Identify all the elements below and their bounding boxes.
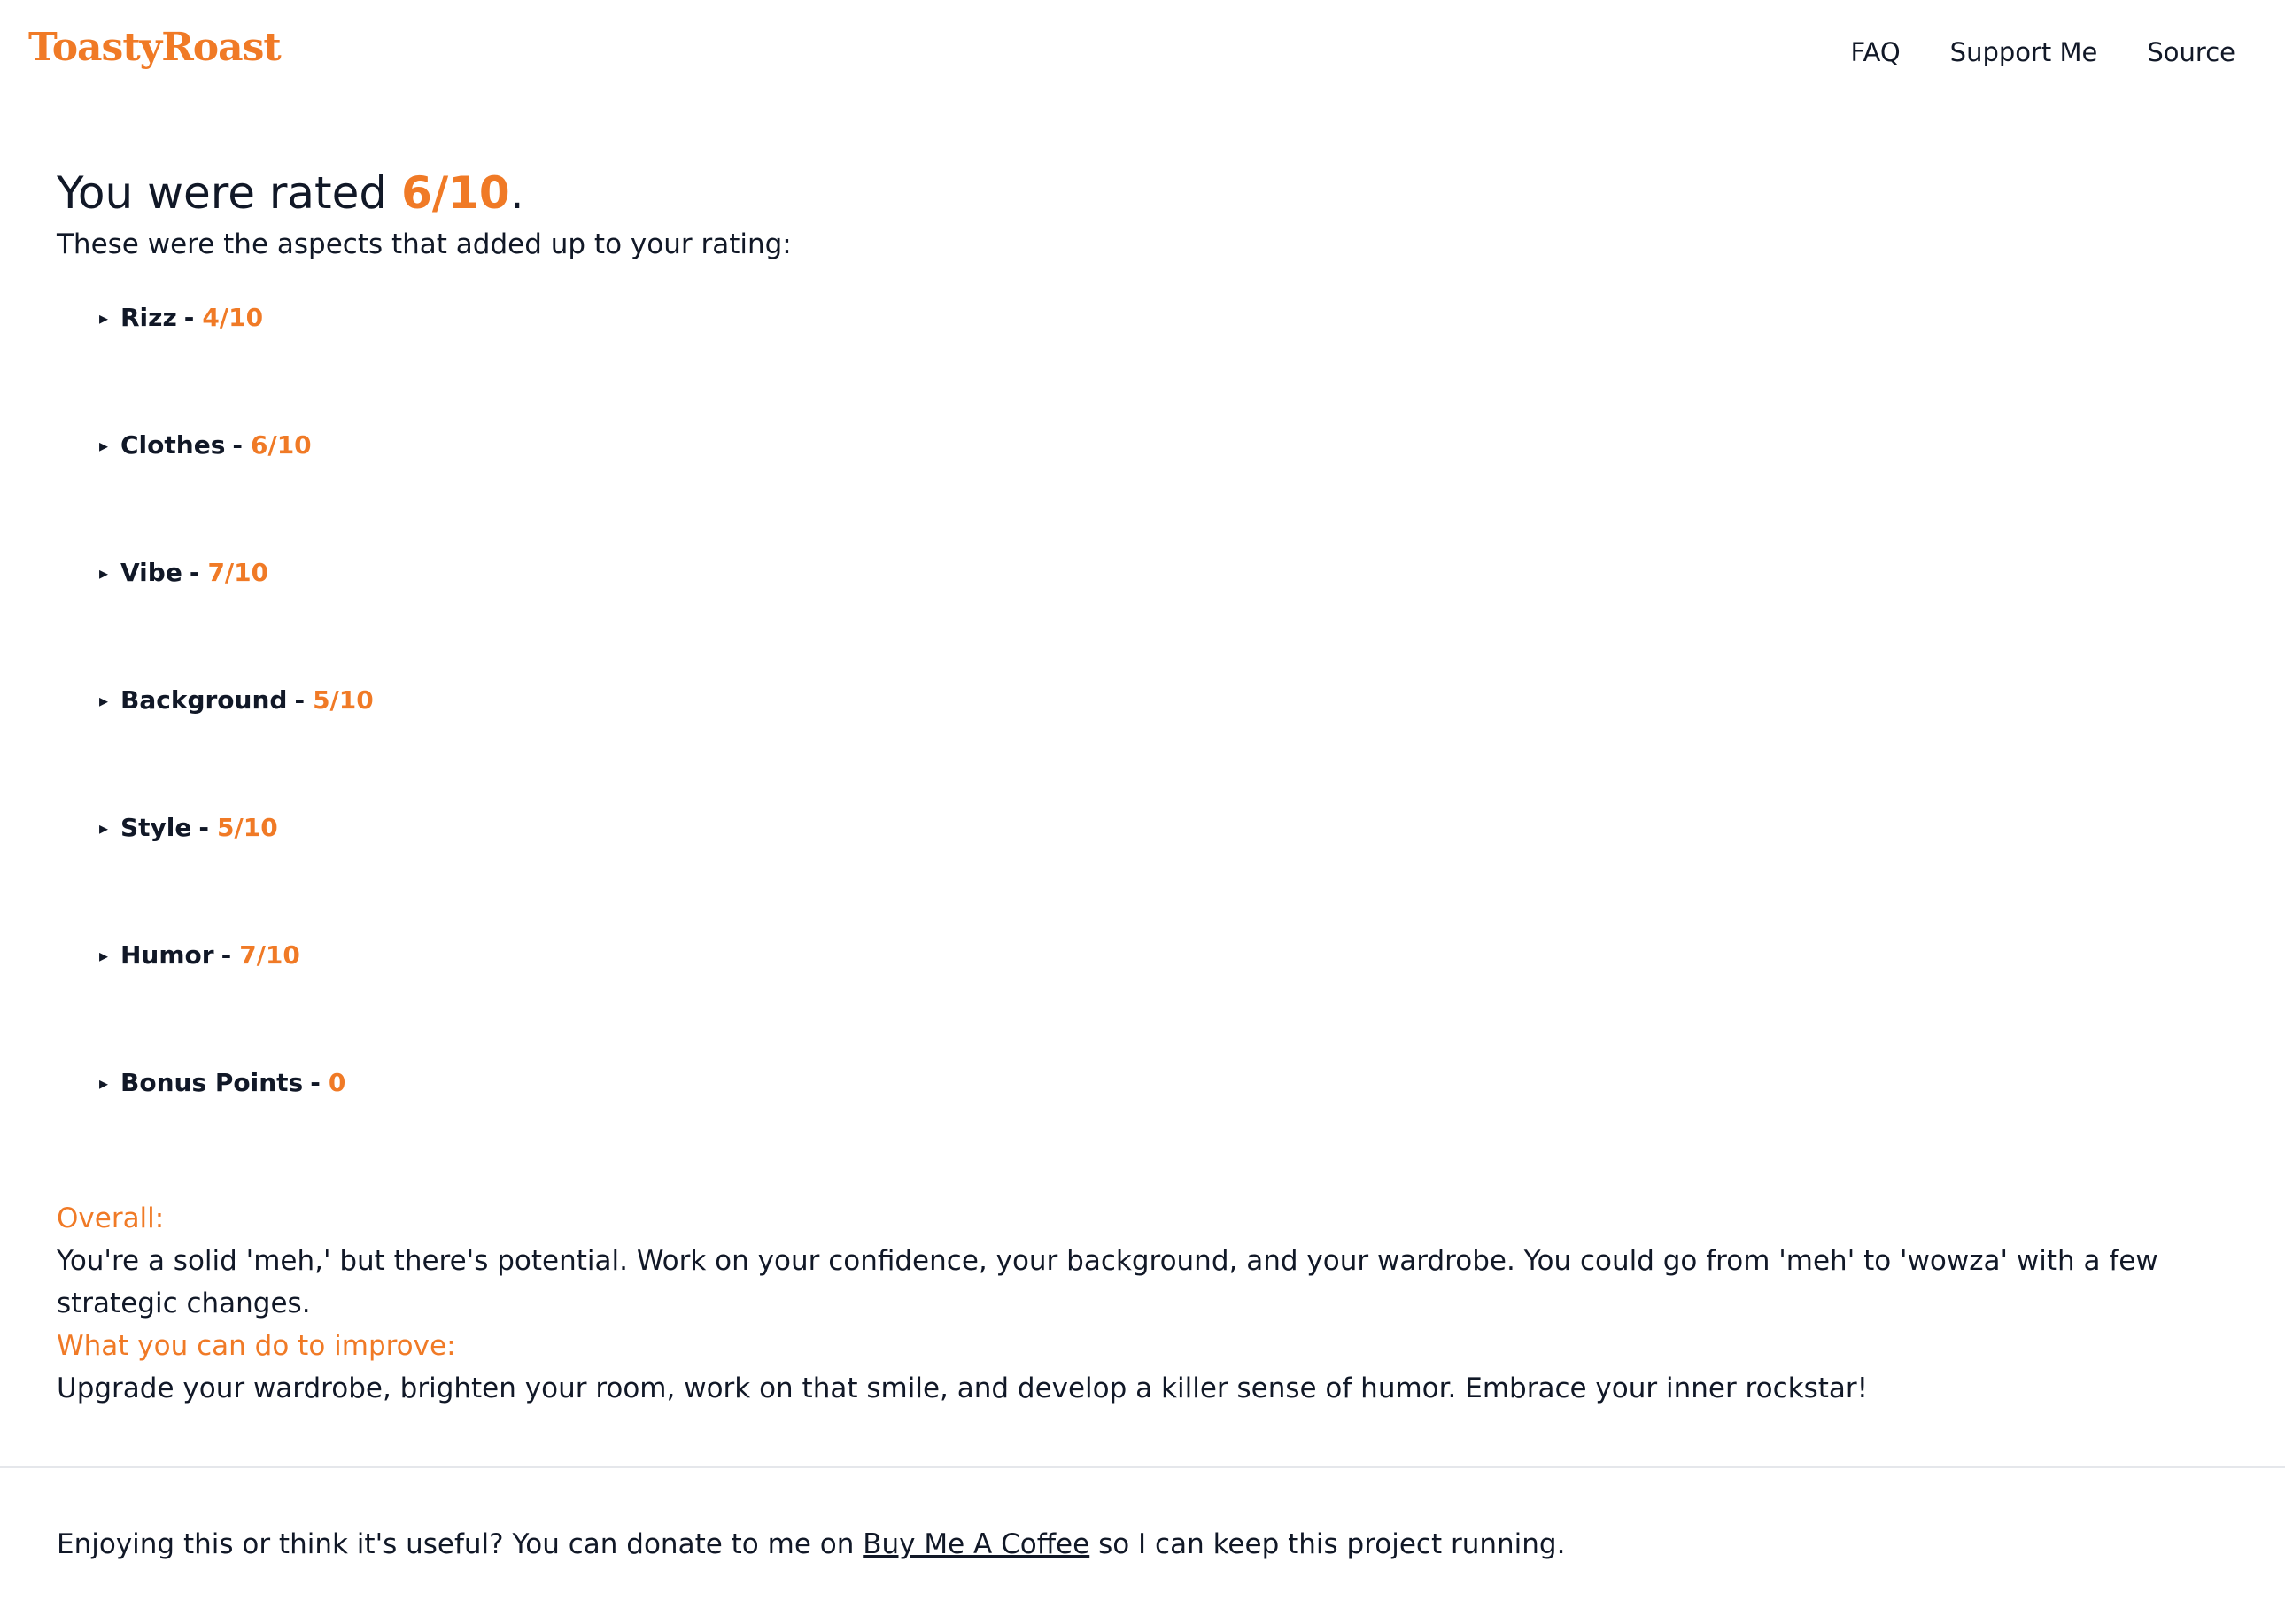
improve-title: What you can do to improve: [57, 1330, 456, 1362]
aspect-name: Background [120, 685, 288, 715]
triangle-right-icon: ▸ [99, 945, 109, 966]
aspect-item-style[interactable]: ▸ Style -5/10 [99, 813, 374, 940]
aspect-score: 7/10 [207, 558, 269, 587]
aspect-item-background[interactable]: ▸ Background -5/10 [99, 685, 374, 813]
aspect-score: 4/10 [202, 303, 264, 332]
aspect-score: 5/10 [217, 813, 278, 842]
improve-section: What you can do to improve: Upgrade your… [57, 1325, 1868, 1410]
aspect-score: 0 [328, 1068, 346, 1097]
footer-divider [0, 1466, 2285, 1468]
aspect-separator: - [189, 558, 200, 587]
rating-headline: You were rated 6/10. [57, 161, 2235, 225]
aspect-name: Humor [120, 940, 214, 970]
aspect-item-humor[interactable]: ▸ Humor -7/10 [99, 940, 374, 1068]
site-logo[interactable]: ToastyRoast [28, 25, 282, 70]
aspect-item-bonus-points[interactable]: ▸ Bonus Points -0 [99, 1068, 374, 1195]
aspect-separator: - [310, 1068, 321, 1097]
aspect-item-vibe[interactable]: ▸ Vibe -7/10 [99, 558, 374, 685]
donate-footer: Enjoying this or think it's useful? You … [57, 1523, 1565, 1566]
aspect-name: Style [120, 813, 192, 842]
aspect-score: 5/10 [313, 685, 374, 715]
aspects-intro: These were the aspects that added up to … [57, 228, 792, 260]
aspect-list: ▸ Rizz -4/10 ▸ Clothes -6/10 ▸ Vibe -7/10 ▸… [99, 303, 374, 1195]
footer-text-after: so I can keep this project running. [1098, 1528, 1566, 1560]
aspect-name: Clothes [120, 430, 226, 460]
top-nav: FAQ Support Me Source [1850, 37, 2235, 67]
nav-link-faq[interactable]: FAQ [1850, 37, 1900, 67]
results-section: You were rated 6/10. These were the aspe… [57, 161, 2235, 1404]
triangle-right-icon: ▸ [99, 562, 109, 584]
nav-link-source[interactable]: Source [2147, 37, 2235, 67]
overall-section: Overall: You're a solid 'meh,' but there… [57, 1197, 2235, 1325]
improve-text: Upgrade your wardrobe, brighten your roo… [57, 1373, 1869, 1404]
triangle-right-icon: ▸ [99, 1072, 109, 1094]
overall-title: Overall: [57, 1203, 165, 1234]
aspect-item-rizz[interactable]: ▸ Rizz -4/10 [99, 303, 374, 430]
overall-score: 6/10 [401, 167, 510, 219]
rating-headline-suffix: . [509, 167, 524, 219]
footer-text-before: Enjoying this or think it's useful? You … [57, 1528, 855, 1560]
triangle-right-icon: ▸ [99, 690, 109, 711]
aspect-separator: - [232, 430, 243, 460]
aspect-score: 7/10 [239, 940, 300, 970]
aspect-name: Bonus Points [120, 1068, 304, 1097]
triangle-right-icon: ▸ [99, 435, 109, 456]
nav-link-support-me[interactable]: Support Me [1950, 37, 2098, 67]
triangle-right-icon: ▸ [99, 307, 109, 329]
aspect-separator: - [198, 813, 210, 842]
buy-me-a-coffee-link[interactable]: Buy Me A Coffee [863, 1528, 1089, 1560]
aspect-separator: - [294, 685, 306, 715]
aspect-separator: - [221, 940, 232, 970]
rating-headline-prefix: You were rated [57, 167, 388, 219]
aspect-score: 6/10 [250, 430, 312, 460]
aspect-separator: - [183, 303, 195, 332]
aspect-name: Rizz [120, 303, 177, 332]
overall-text: You're a solid 'meh,' but there's potent… [57, 1245, 2158, 1319]
aspect-item-clothes[interactable]: ▸ Clothes -6/10 [99, 430, 374, 558]
site-header: ToastyRoast FAQ Support Me Source [0, 0, 2285, 104]
triangle-right-icon: ▸ [99, 817, 109, 839]
aspect-name: Vibe [120, 558, 182, 587]
